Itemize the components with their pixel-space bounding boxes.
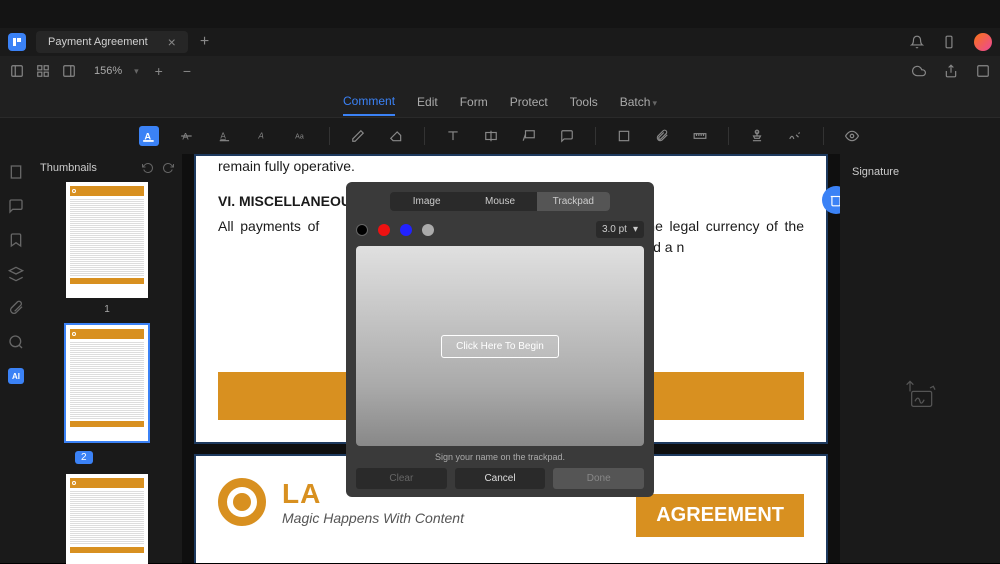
svg-text:Aa: Aa — [295, 133, 304, 140]
color-black[interactable] — [356, 224, 368, 236]
agreement-badge: AGREEMENT — [636, 494, 804, 537]
color-gray[interactable] — [422, 224, 434, 236]
attachments-rail-icon[interactable] — [8, 300, 24, 316]
bell-icon[interactable] — [910, 35, 924, 49]
share-icon[interactable] — [944, 64, 958, 78]
ai-rail-icon[interactable]: AI — [8, 368, 24, 384]
layers-rail-icon[interactable] — [8, 266, 24, 282]
thumbnail-page-2[interactable] — [66, 325, 148, 441]
user-avatar[interactable] — [974, 33, 992, 51]
svg-text:A: A — [220, 131, 226, 140]
bookmarks-rail-icon[interactable] — [8, 232, 24, 248]
signature-modal: Image Mouse Trackpad 3.0 pt ▾ Click Here… — [346, 182, 654, 497]
squiggly-tool-icon[interactable]: A — [253, 126, 273, 146]
color-red[interactable] — [378, 224, 390, 236]
modal-tab-image[interactable]: Image — [390, 192, 463, 211]
left-rail: AI — [0, 154, 32, 563]
signature-tool-icon[interactable] — [785, 126, 805, 146]
menu-bar: Comment Edit Form Protect Tools Batch▾ — [0, 86, 1000, 118]
comment-tools-bar: A A A A Aa — [0, 118, 1000, 154]
app-icon — [8, 33, 26, 51]
attach-tool-icon[interactable] — [652, 126, 672, 146]
menu-comment[interactable]: Comment — [343, 88, 395, 116]
menu-tools[interactable]: Tools — [570, 89, 598, 115]
clear-button[interactable]: Clear — [356, 468, 447, 489]
thumbnail-page-3[interactable] — [66, 474, 148, 564]
thumb-label-1: 1 — [40, 304, 174, 315]
shape-tool-icon[interactable] — [614, 126, 634, 146]
rotate-left-icon[interactable] — [142, 162, 154, 174]
color-blue[interactable] — [400, 224, 412, 236]
close-tab-icon[interactable]: × — [168, 35, 176, 49]
cancel-button[interactable]: Cancel — [455, 468, 546, 489]
thumb-label-2: 2 — [75, 451, 93, 464]
begin-signature-button[interactable]: Click Here To Begin — [441, 335, 559, 358]
search-rail-icon[interactable] — [8, 334, 24, 350]
caret-tool-icon[interactable]: Aa — [291, 126, 311, 146]
thumbnails-title: Thumbnails — [40, 162, 97, 174]
eraser-tool-icon[interactable] — [386, 126, 406, 146]
underline-tool-icon[interactable]: A — [215, 126, 235, 146]
tab-title: Payment Agreement — [48, 36, 148, 48]
zoom-caret-icon[interactable]: ▾ — [134, 66, 139, 77]
svg-text:A: A — [144, 132, 151, 142]
rotate-right-icon[interactable] — [162, 162, 174, 174]
page1-text-line1: remain fully operative. — [218, 156, 804, 177]
modal-tab-trackpad[interactable]: Trackpad — [537, 192, 610, 211]
done-button[interactable]: Done — [553, 468, 644, 489]
callout-tool-icon[interactable] — [519, 126, 539, 146]
view-toolbar: 156% ▾ + − — [0, 56, 1000, 86]
comments-rail-icon[interactable] — [8, 198, 24, 214]
strikethrough-tool-icon[interactable]: A — [177, 126, 197, 146]
signature-panel-title: Signature — [852, 166, 988, 178]
document-tab[interactable]: Payment Agreement × — [36, 31, 188, 53]
menu-edit[interactable]: Edit — [417, 89, 438, 115]
panel-icon[interactable] — [62, 64, 76, 78]
signature-canvas[interactable]: Click Here To Begin — [356, 246, 644, 446]
menu-batch[interactable]: Batch▾ — [620, 89, 657, 115]
company-subtitle: Magic Happens With Content — [282, 510, 464, 526]
note-tool-icon[interactable] — [557, 126, 577, 146]
highlight-tool-icon[interactable]: A — [139, 126, 159, 146]
sidebar-toggle-icon[interactable] — [10, 64, 24, 78]
window-titlebar — [0, 0, 1000, 28]
textbox-tool-icon[interactable] — [481, 126, 501, 146]
stroke-width-select[interactable]: 3.0 pt ▾ — [596, 221, 644, 238]
company-logo — [218, 478, 266, 526]
grid-icon[interactable] — [36, 64, 50, 78]
modal-tab-mouse[interactable]: Mouse — [463, 192, 536, 211]
menu-protect[interactable]: Protect — [510, 89, 548, 115]
signature-placeholder-icon — [852, 378, 988, 418]
modal-hint-text: Sign your name on the trackpad. — [356, 452, 644, 462]
chevron-down-icon: ▾ — [633, 224, 638, 235]
pencil-tool-icon[interactable] — [348, 126, 368, 146]
svg-text:A: A — [257, 131, 263, 140]
modal-tabs: Image Mouse Trackpad — [390, 192, 610, 211]
thumbnails-rail-icon[interactable] — [8, 164, 24, 180]
hide-tool-icon[interactable] — [842, 126, 862, 146]
thumbnails-panel: Thumbnails 1 2 — [32, 154, 182, 563]
zoom-in-button[interactable]: + — [151, 63, 167, 79]
stamp-tool-icon[interactable] — [747, 126, 767, 146]
add-tab-button[interactable]: + — [200, 33, 209, 51]
cloud-icon[interactable] — [912, 64, 926, 78]
tab-bar: Payment Agreement × + — [0, 28, 1000, 56]
expand-icon[interactable] — [976, 64, 990, 78]
signature-panel: Signature — [840, 154, 1000, 563]
menu-form[interactable]: Form — [460, 89, 488, 115]
zoom-level[interactable]: 156% — [94, 65, 122, 77]
device-icon[interactable] — [942, 35, 956, 49]
thumbnail-page-1[interactable] — [66, 182, 148, 298]
zoom-out-button[interactable]: − — [179, 63, 195, 79]
text-tool-icon[interactable] — [443, 126, 463, 146]
measure-tool-icon[interactable] — [690, 126, 710, 146]
